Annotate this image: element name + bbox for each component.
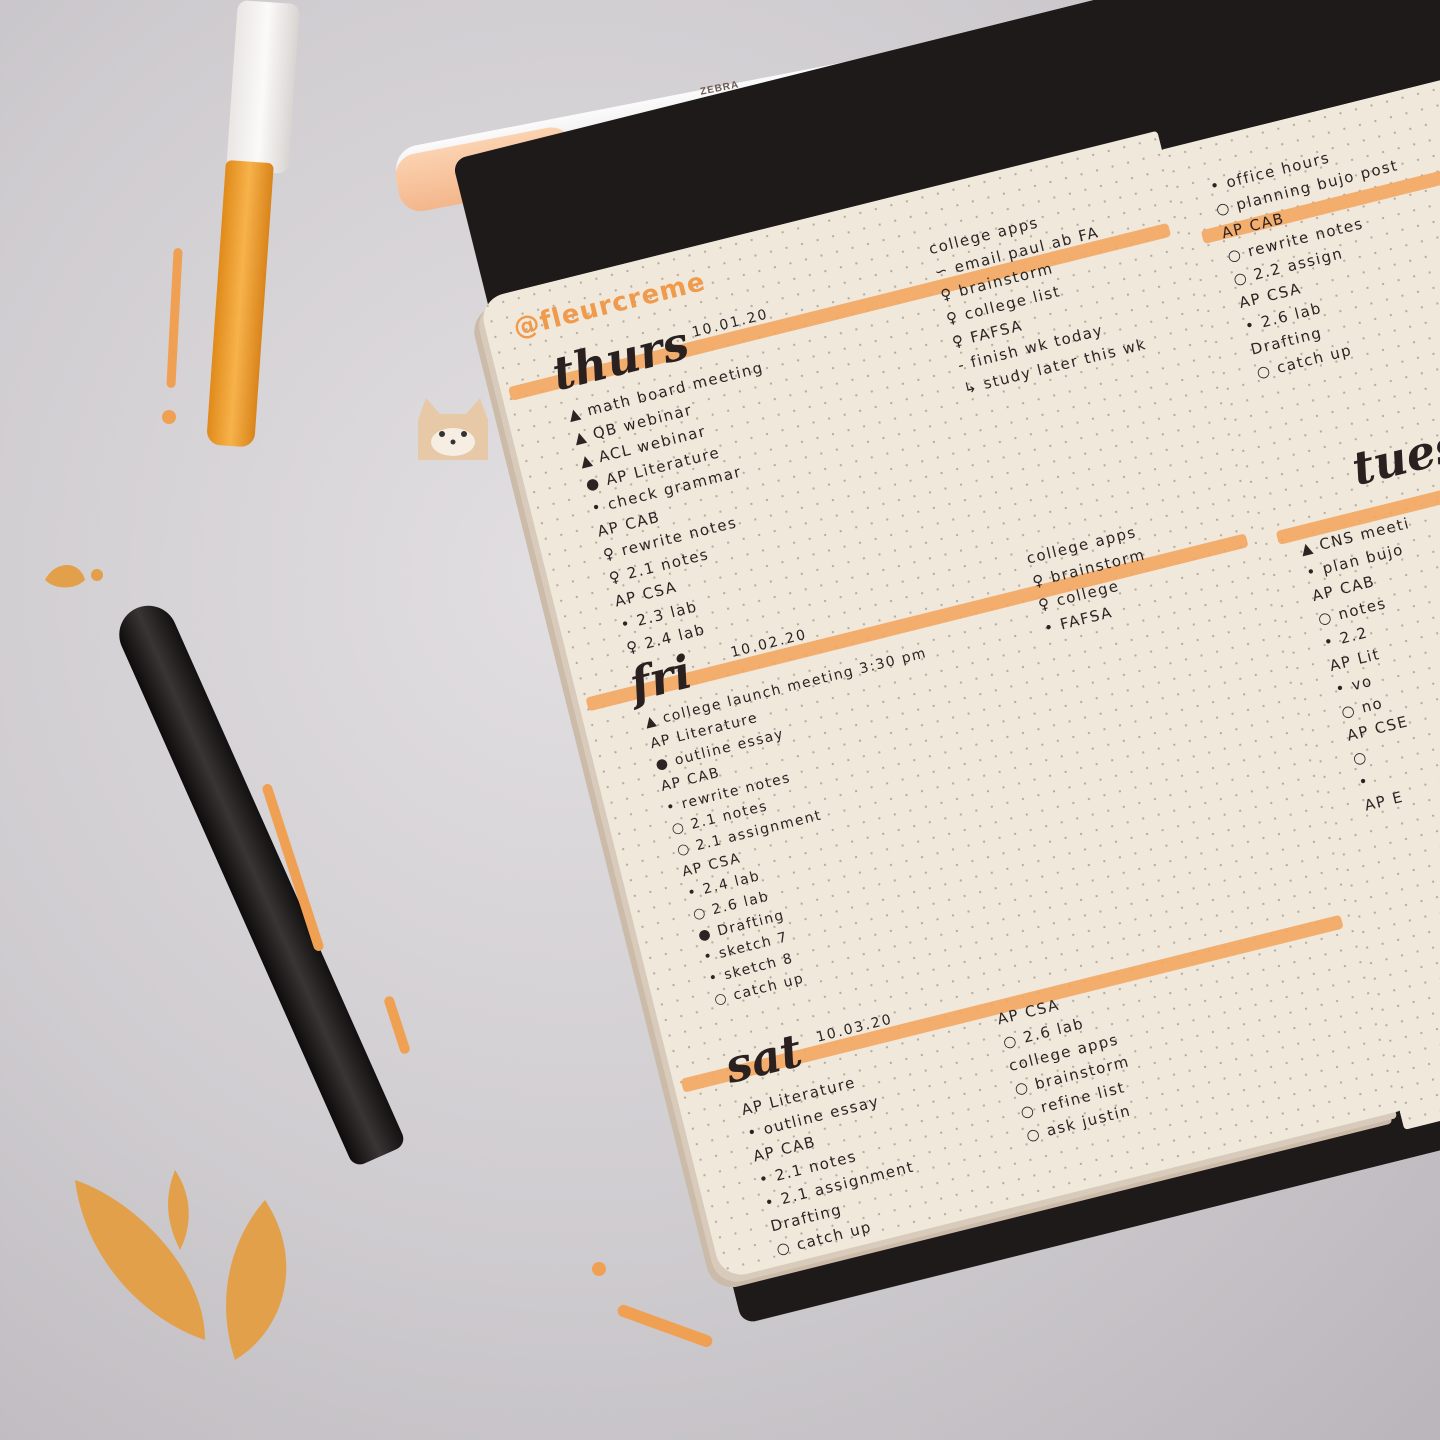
sat-other-tasks: AP CSA ○ 2.6 lab college apps ○ brainsto… [995, 995, 1133, 1145]
cat-sticker-icon [418, 398, 488, 460]
thurs-college-tasks: college apps ∽ email paul ab FA ♀ brainst… [926, 213, 1149, 398]
right-page-top-tasks: • office hours ○ planning bujo post AP CA… [1208, 148, 1401, 382]
deco-dash [166, 247, 183, 389]
fri-college-tasks: college apps ♀ brainstorm ♀ college • FA… [1024, 522, 1148, 638]
deco-dot [162, 410, 176, 424]
splash-doodle-icon [45, 565, 103, 588]
day-title-tues: tues [1346, 417, 1440, 496]
right-page-bottom-tasks: ▲ CNS meeti • plan bujo AP CAB ○ notes • … [1298, 513, 1412, 815]
black-brush-pen [110, 596, 408, 1169]
deco-dot [592, 1262, 606, 1276]
day-title-sat: sat [719, 1022, 808, 1094]
thurs-tasks: ▲ math board meeting ▲ QB webinar ▲ ACL w… [566, 358, 766, 658]
white-paint-pen-grip [206, 160, 274, 448]
leaf-doodle-icon [75, 1170, 287, 1360]
sat-tasks: AP Literature • outline essay AP CAB • 2… [739, 1073, 917, 1259]
deco-curve [615, 1303, 715, 1349]
white-paint-pen [226, 0, 300, 174]
fri-tasks: ▲ college launch meeting 3:30 pm AP Liter… [643, 645, 929, 1009]
deco-dash [382, 994, 412, 1056]
